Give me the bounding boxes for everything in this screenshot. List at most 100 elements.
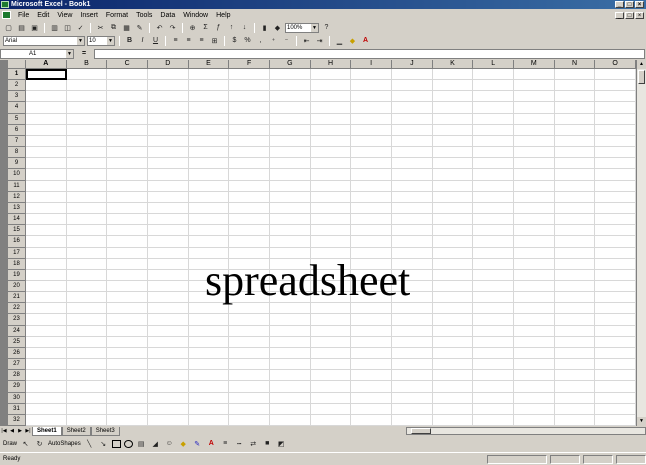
merge-center-icon[interactable]: ⊞ bbox=[209, 36, 220, 46]
column-header-c[interactable]: C bbox=[107, 60, 148, 69]
row-header-30[interactable]: 30 bbox=[8, 392, 26, 404]
next-sheet-icon[interactable]: ▶ bbox=[16, 427, 24, 435]
free-rotate-icon[interactable]: ↻ bbox=[34, 439, 45, 449]
column-header-k[interactable]: K bbox=[432, 60, 474, 69]
print-preview-icon[interactable]: ◫ bbox=[62, 23, 73, 33]
row-header-2[interactable]: 2 bbox=[8, 80, 26, 92]
redo-icon[interactable]: ↷ bbox=[167, 23, 178, 33]
row-header-4[interactable]: 4 bbox=[8, 102, 26, 114]
borders-icon[interactable]: ▁ bbox=[334, 36, 345, 46]
doc-close-button[interactable]: × bbox=[635, 11, 644, 19]
line-color-icon[interactable]: ✎ bbox=[192, 439, 203, 449]
row-header-10[interactable]: 10 bbox=[8, 169, 26, 181]
prev-sheet-icon[interactable]: ◀ bbox=[8, 427, 16, 435]
row-header-12[interactable]: 12 bbox=[8, 191, 26, 203]
align-center-icon[interactable]: ≡ bbox=[183, 36, 194, 46]
dash-style-icon[interactable]: ┅ bbox=[234, 439, 245, 449]
first-sheet-icon[interactable]: |◀ bbox=[0, 427, 8, 435]
row-header-31[interactable]: 31 bbox=[8, 403, 26, 415]
column-header-h[interactable]: H bbox=[310, 60, 352, 69]
last-sheet-icon[interactable]: ▶| bbox=[24, 427, 32, 435]
column-header-j[interactable]: J bbox=[392, 60, 433, 69]
row-header-3[interactable]: 3 bbox=[8, 91, 26, 103]
tab-sheet3[interactable]: Sheet3 bbox=[90, 426, 120, 436]
column-header-e[interactable]: E bbox=[188, 60, 230, 69]
row-header-26[interactable]: 26 bbox=[8, 347, 26, 360]
increase-decimal-icon[interactable]: ⁺ bbox=[268, 36, 279, 46]
doc-restore-button[interactable]: □ bbox=[625, 11, 634, 19]
menu-format[interactable]: Format bbox=[102, 12, 132, 19]
row-header-23[interactable]: 23 bbox=[8, 314, 26, 326]
autoshapes-menu-button[interactable]: AutoShapes bbox=[48, 441, 81, 447]
3d-icon[interactable]: ◩ bbox=[276, 439, 287, 449]
row-header-15[interactable]: 15 bbox=[8, 225, 26, 237]
row-header-6[interactable]: 6 bbox=[8, 124, 26, 136]
row-header-24[interactable]: 24 bbox=[8, 325, 26, 337]
sort-descending-icon[interactable]: ↓ bbox=[239, 23, 250, 33]
row-header-21[interactable]: 21 bbox=[8, 292, 26, 304]
doc-minimize-button[interactable]: _ bbox=[615, 11, 624, 19]
horizontal-scrollbar[interactable] bbox=[406, 427, 646, 435]
select-all-button[interactable] bbox=[8, 60, 26, 69]
column-header-b[interactable]: B bbox=[66, 60, 108, 69]
row-header-28[interactable]: 28 bbox=[8, 370, 26, 382]
tab-sheet2[interactable]: Sheet2 bbox=[61, 426, 91, 436]
active-cell-a1[interactable] bbox=[26, 69, 67, 81]
menu-window[interactable]: Window bbox=[179, 12, 212, 19]
new-icon[interactable]: ▢ bbox=[3, 23, 14, 33]
row-header-32[interactable]: 32 bbox=[8, 414, 26, 426]
help-icon[interactable]: ? bbox=[321, 23, 332, 33]
menu-edit[interactable]: Edit bbox=[33, 12, 53, 19]
row-header-27[interactable]: 27 bbox=[8, 359, 26, 371]
vertical-scrollbar[interactable]: ▲ ▼ bbox=[636, 60, 646, 426]
fill-color-icon[interactable]: ◆ bbox=[178, 439, 189, 449]
formula-input[interactable] bbox=[94, 48, 645, 59]
paste-icon[interactable]: ▦ bbox=[121, 23, 132, 33]
row-header-22[interactable]: 22 bbox=[8, 303, 26, 315]
row-header-17[interactable]: 17 bbox=[8, 247, 26, 259]
chart-wizard-icon[interactable]: ▮ bbox=[259, 23, 270, 33]
column-header-f[interactable]: F bbox=[229, 60, 270, 69]
fill-color-icon[interactable]: ◆ bbox=[347, 36, 358, 46]
row-header-1[interactable]: 1 bbox=[8, 69, 26, 81]
column-header-i[interactable]: I bbox=[351, 60, 392, 69]
row-header-19[interactable]: 19 bbox=[8, 269, 26, 281]
zoom-select[interactable]: 100% ▼ bbox=[285, 22, 319, 33]
row-header-29[interactable]: 29 bbox=[8, 381, 26, 393]
format-painter-icon[interactable]: ✎ bbox=[134, 23, 145, 33]
increase-indent-icon[interactable]: ⇥ bbox=[314, 36, 325, 46]
workbook-icon[interactable] bbox=[2, 11, 11, 19]
wordart-icon[interactable]: ◢ bbox=[150, 439, 161, 449]
function-icon[interactable]: ƒ bbox=[213, 23, 224, 33]
select-objects-icon[interactable]: ↖ bbox=[20, 439, 31, 449]
rectangle-icon[interactable] bbox=[111, 439, 121, 448]
row-header-7[interactable]: 7 bbox=[8, 135, 26, 148]
row-header-25[interactable]: 25 bbox=[8, 336, 26, 348]
align-right-icon[interactable]: ≡ bbox=[196, 36, 207, 46]
formula-equals-button[interactable]: = bbox=[74, 50, 94, 57]
column-header-m[interactable]: M bbox=[514, 60, 555, 69]
oval-icon[interactable] bbox=[123, 439, 133, 448]
row-header-5[interactable]: 5 bbox=[8, 113, 26, 125]
undo-icon[interactable]: ↶ bbox=[154, 23, 165, 33]
row-header-14[interactable]: 14 bbox=[8, 214, 26, 226]
line-style-icon[interactable]: ≡ bbox=[220, 439, 231, 449]
comma-icon[interactable]: , bbox=[255, 36, 266, 46]
menu-help[interactable]: Help bbox=[212, 12, 234, 19]
save-icon[interactable]: ▣ bbox=[29, 23, 40, 33]
percent-icon[interactable]: % bbox=[242, 36, 253, 46]
font-select[interactable]: Arial ▼ bbox=[3, 35, 85, 46]
print-icon[interactable]: ▥ bbox=[49, 23, 60, 33]
bold-button[interactable]: B bbox=[124, 36, 135, 46]
underline-button[interactable]: U bbox=[150, 36, 161, 46]
drawing-icon[interactable]: ◆ bbox=[272, 23, 283, 33]
cut-icon[interactable]: ✂ bbox=[95, 23, 106, 33]
open-icon[interactable]: ▤ bbox=[16, 23, 27, 33]
column-header-d[interactable]: D bbox=[148, 60, 189, 69]
menu-data[interactable]: Data bbox=[156, 12, 179, 19]
line-icon[interactable]: ╲ bbox=[84, 439, 95, 449]
maximize-button[interactable]: □ bbox=[625, 1, 634, 8]
menu-insert[interactable]: Insert bbox=[76, 12, 102, 19]
draw-menu-button[interactable]: Draw bbox=[3, 441, 17, 447]
row-header-9[interactable]: 9 bbox=[8, 158, 26, 170]
